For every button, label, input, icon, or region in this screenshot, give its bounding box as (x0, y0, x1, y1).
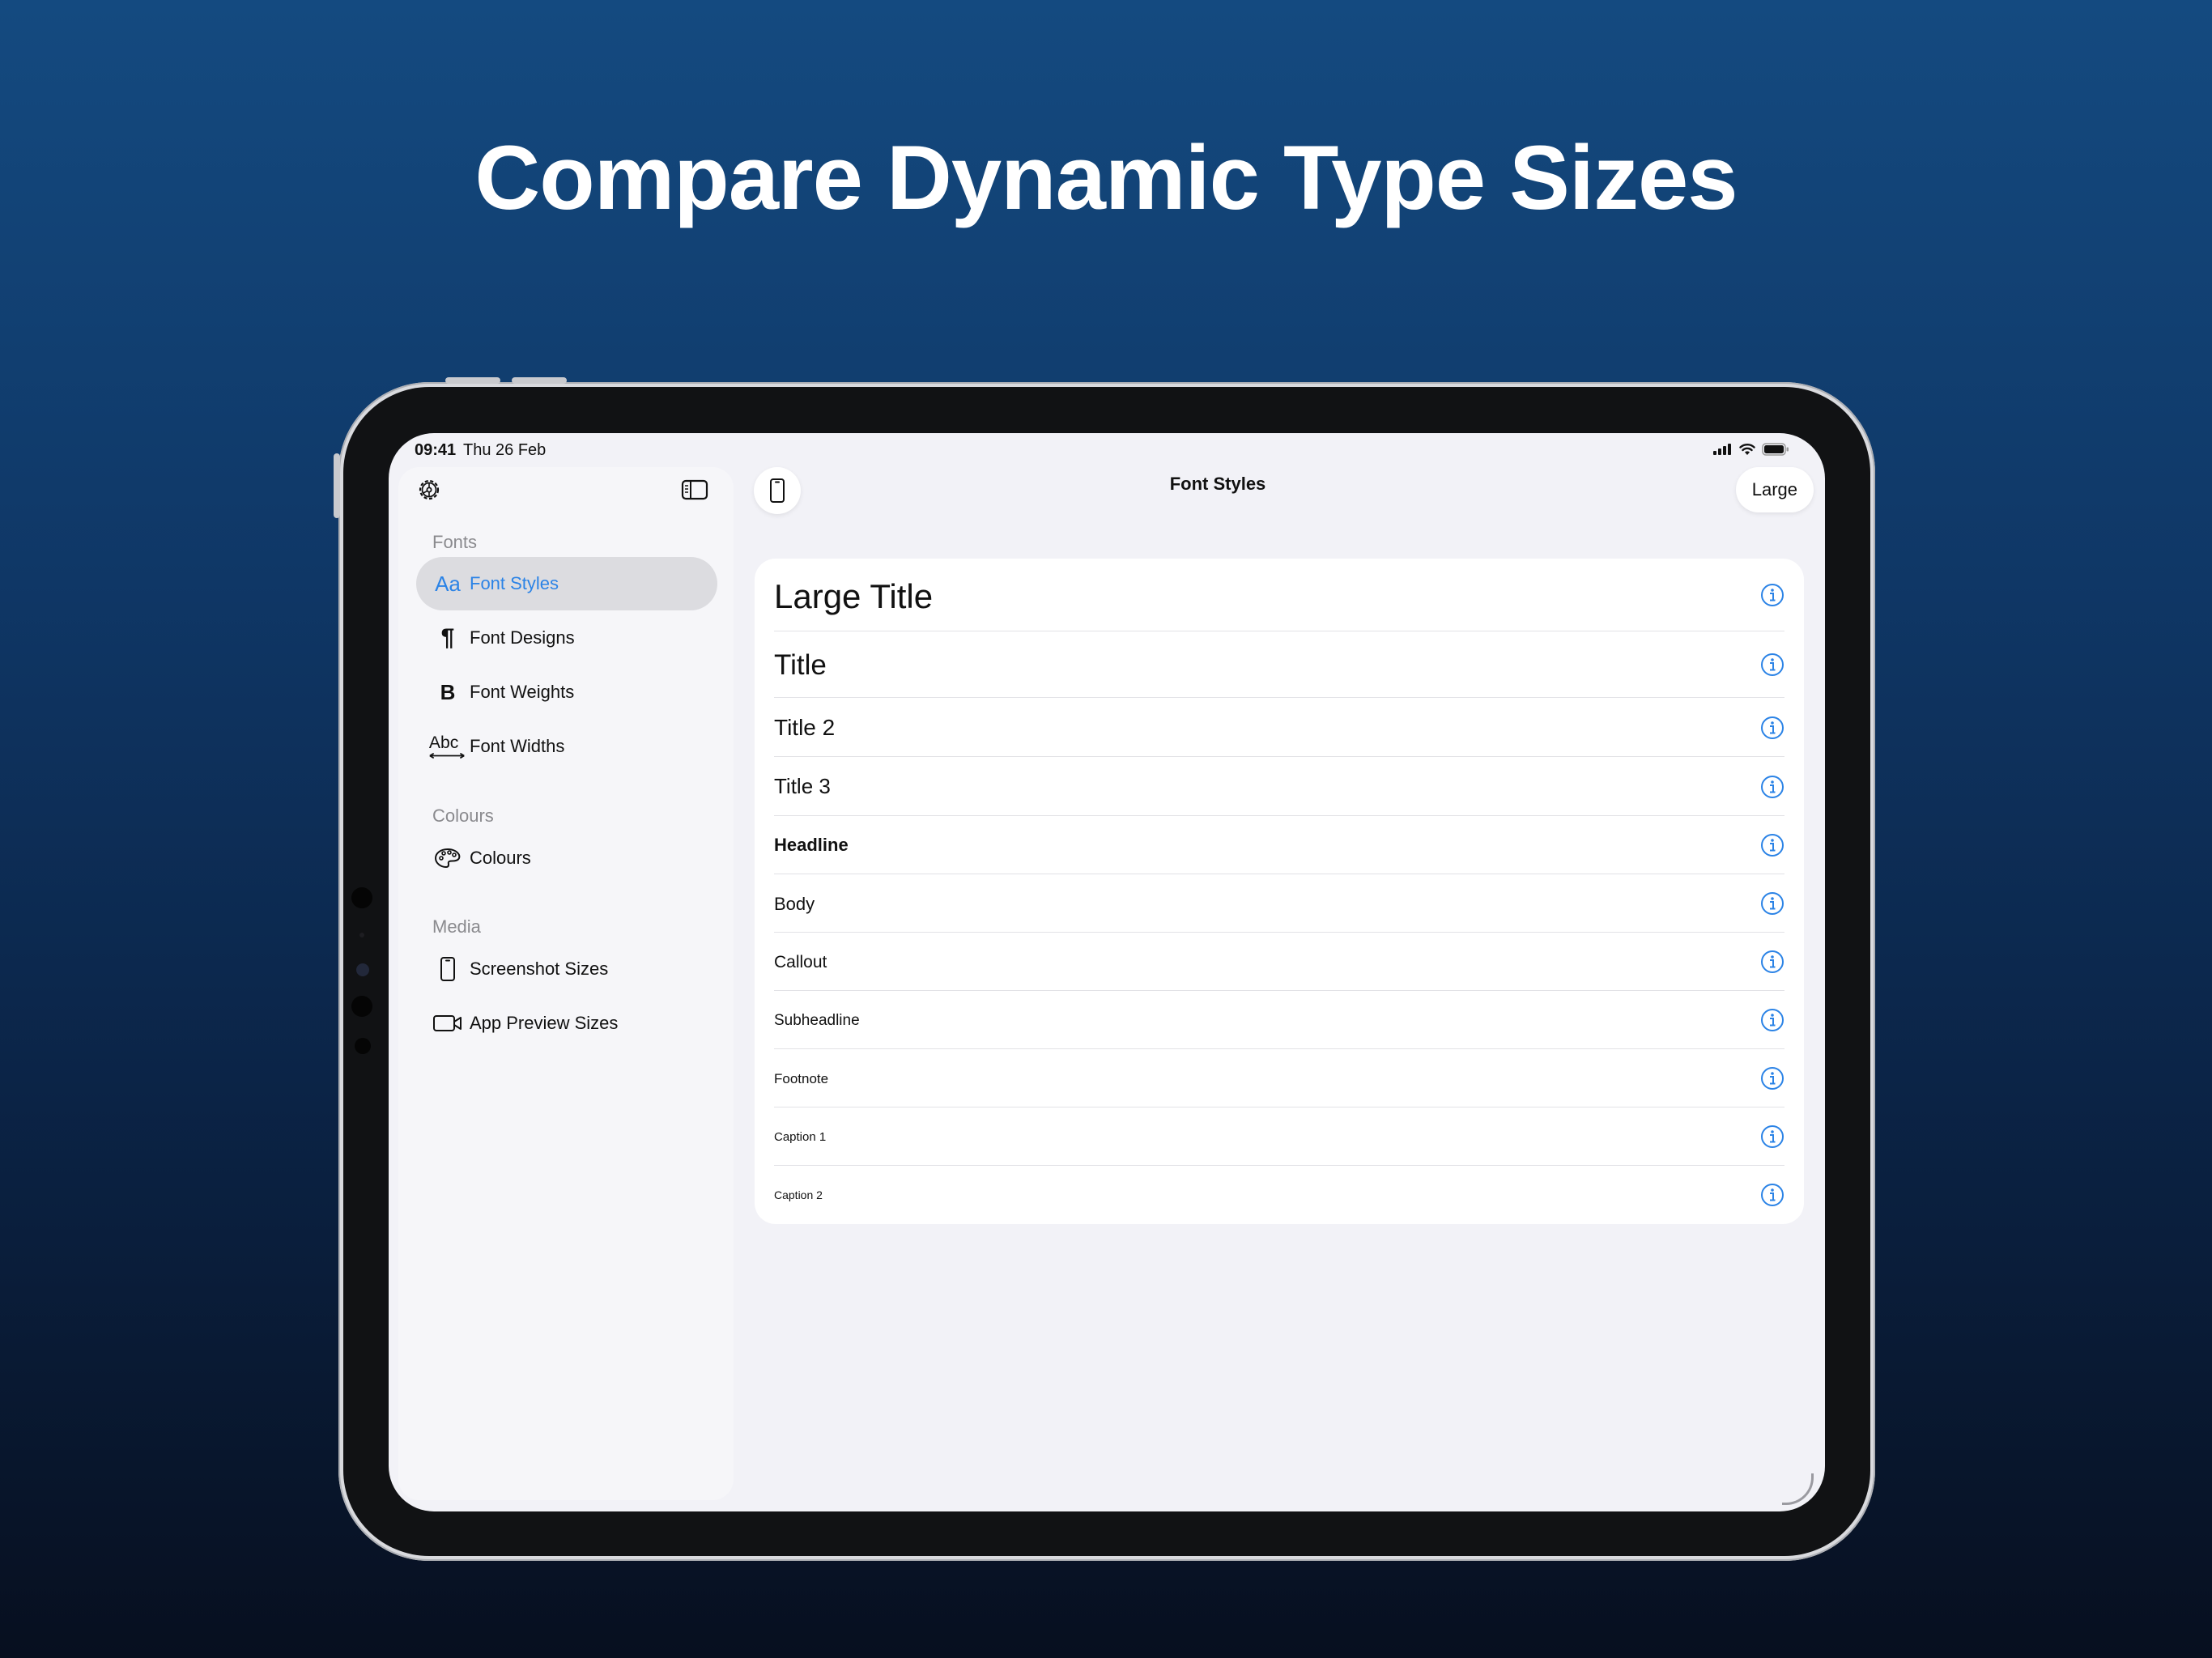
row-label: Headline (774, 835, 849, 855)
info-icon[interactable] (1760, 1124, 1784, 1149)
sidebar-toggle-button[interactable] (678, 474, 711, 506)
list-item-title[interactable]: Title (755, 631, 1804, 698)
marketing-headline: Compare Dynamic Type Sizes (474, 127, 1738, 228)
row-label: Title (774, 649, 827, 681)
section-header-media: Media (432, 916, 481, 937)
resize-corner-indicator (1782, 1473, 1814, 1505)
sidebar-item-label: App Preview Sizes (470, 1013, 619, 1033)
pilcrow-icon: ¶ (440, 624, 455, 651)
sidebar-item-screenshot-sizes[interactable]: Screenshot Sizes (416, 942, 717, 996)
info-icon[interactable] (1760, 775, 1784, 799)
info-icon[interactable] (1760, 653, 1784, 677)
settings-button[interactable] (413, 474, 445, 506)
list-item-footnote[interactable]: Footnote (755, 1049, 1804, 1107)
abc-width-icon: Abc (428, 732, 468, 761)
list-item-caption-1[interactable]: Caption 1 (755, 1107, 1804, 1166)
row-label: Caption 1 (774, 1130, 827, 1144)
signal-icon (1713, 444, 1731, 455)
flash-dot (351, 996, 372, 1017)
sidebar-item-label: Font Styles (470, 573, 559, 593)
row-label: Footnote (774, 1071, 829, 1086)
palette-icon (428, 847, 468, 869)
wifi-icon (1739, 444, 1755, 455)
sidebar-item-label: Font Widths (470, 736, 565, 756)
top-button-1 (445, 377, 500, 384)
row-label: Title 3 (774, 774, 831, 798)
info-icon[interactable] (1760, 833, 1784, 857)
list-item-large-title[interactable]: Large Title (755, 559, 1804, 631)
section-header-colours: Colours (432, 806, 494, 826)
row-label: Caption 2 (774, 1188, 823, 1201)
status-time: 09:41 (415, 441, 457, 459)
sidebar-item-label: Screenshot Sizes (470, 959, 609, 979)
sidebar-item-label: Colours (470, 848, 531, 868)
font-styles-list: Large Title Title Title 2 Title 3 Headli… (755, 559, 1804, 1224)
text-size-button[interactable]: Large (1735, 467, 1814, 512)
row-label: Subheadline (774, 1012, 860, 1029)
info-icon[interactable] (1760, 716, 1784, 740)
row-label: Body (774, 894, 815, 914)
list-item-callout[interactable]: Callout (755, 933, 1804, 991)
status-date: Thu 26 Feb (463, 441, 547, 459)
list-item-body[interactable]: Body (755, 874, 1804, 933)
list-item-headline[interactable]: Headline (755, 816, 1804, 874)
camera-lens (356, 963, 369, 976)
sidebar-item-app-preview-sizes[interactable]: App Preview Sizes (416, 997, 717, 1050)
sidebar-item-label: Font Weights (470, 682, 575, 702)
device-button[interactable] (754, 467, 801, 514)
font-styles-icon: Aa (435, 571, 461, 596)
gear-icon (419, 479, 440, 500)
info-icon[interactable] (1760, 1066, 1784, 1090)
sidebar-toggle-icon (681, 479, 708, 500)
list-item-caption-2[interactable]: Caption 2 (755, 1166, 1804, 1224)
ipad-screen: 09:41 Thu 26 Feb Fonts Aa Font Styles ¶ … (389, 433, 1825, 1511)
camera-dot (351, 887, 372, 908)
row-label: Large Title (774, 577, 934, 615)
mic-dot (355, 1038, 371, 1054)
row-label: Title 2 (774, 715, 836, 740)
phone-icon (770, 478, 785, 503)
list-item-title-2[interactable]: Title 2 (755, 698, 1804, 757)
info-icon[interactable] (1760, 583, 1784, 607)
sidebar-item-font-designs[interactable]: ¶ Font Designs (416, 611, 717, 665)
bold-icon: B (440, 679, 456, 704)
top-button-2 (512, 377, 567, 384)
nav-title: Font Styles (1169, 474, 1266, 494)
sensor-dot (359, 933, 364, 937)
info-icon[interactable] (1760, 1183, 1784, 1207)
info-icon[interactable] (1760, 1008, 1784, 1032)
sidebar-item-font-widths[interactable]: Abc Font Widths (416, 720, 717, 773)
list-item-subheadline[interactable]: Subheadline (755, 991, 1804, 1049)
status-icons (1713, 443, 1789, 456)
section-header-fonts: Fonts (432, 532, 478, 552)
phone-icon (428, 956, 468, 982)
battery-icon (1762, 443, 1789, 456)
info-icon[interactable] (1760, 950, 1784, 974)
sidebar-item-colours[interactable]: Colours (416, 831, 717, 885)
sidebar: Fonts Aa Font Styles ¶ Font Designs B Fo… (398, 467, 734, 1500)
sidebar-item-font-styles[interactable]: Aa Font Styles (416, 557, 717, 610)
svg-text:Abc: Abc (429, 733, 459, 752)
info-icon[interactable] (1760, 891, 1784, 916)
row-label: Callout (774, 953, 827, 971)
sidebar-item-label: Font Designs (470, 627, 575, 648)
sidebar-item-font-weights[interactable]: B Font Weights (416, 665, 717, 719)
list-item-title-3[interactable]: Title 3 (755, 757, 1804, 816)
side-button (334, 453, 340, 518)
video-camera-icon (428, 1014, 468, 1033)
